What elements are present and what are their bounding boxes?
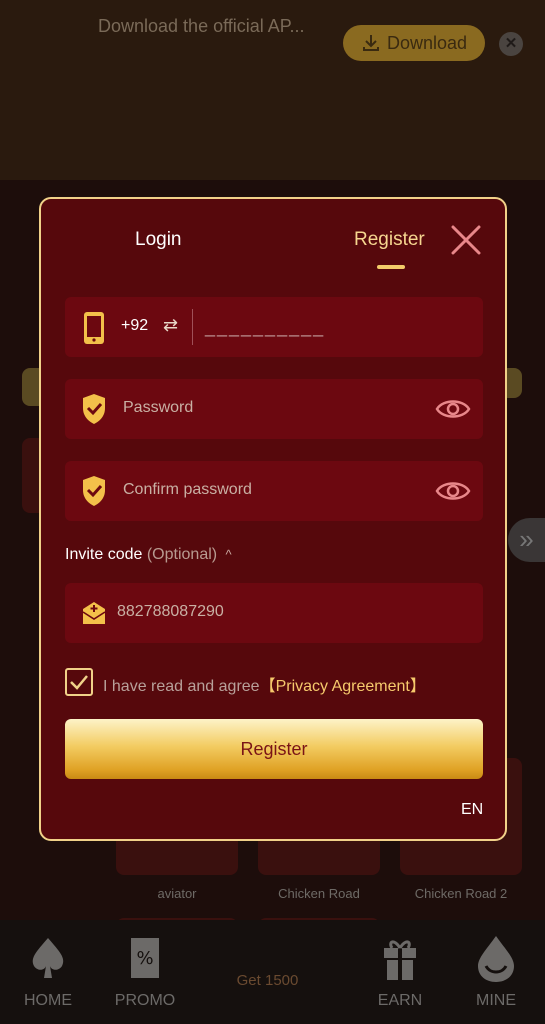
- agree-checkbox[interactable]: [65, 668, 93, 696]
- game-label: aviator: [157, 886, 197, 901]
- nav-earn-label: EARN: [377, 992, 423, 1009]
- close-icon[interactable]: [449, 223, 483, 257]
- nav-home-label: HOME: [24, 992, 72, 1009]
- confirm-password-field[interactable]: Confirm password: [65, 461, 483, 521]
- phone-icon: [84, 312, 104, 344]
- nav-mine[interactable]: MINE: [456, 930, 536, 1020]
- eye-icon[interactable]: [435, 394, 471, 424]
- user-icon: [478, 936, 514, 982]
- nav-promo-label: PROMO: [114, 992, 176, 1009]
- invite-code-input[interactable]: 882788087290: [117, 603, 224, 621]
- nav-home[interactable]: HOME: [8, 930, 88, 1020]
- agree-label: I have read and agree: [103, 678, 260, 695]
- tab-register[interactable]: Register: [354, 229, 425, 251]
- invite-code-field[interactable]: 882788087290: [65, 583, 483, 643]
- privacy-agreement-link[interactable]: 【Privacy Agreement】: [260, 678, 426, 695]
- password-input[interactable]: Password: [123, 399, 193, 417]
- phone-input[interactable]: __________: [205, 317, 325, 338]
- active-tab-indicator: [377, 265, 405, 269]
- nav-mine-label: MINE: [476, 992, 516, 1009]
- download-banner-text: Download the official AP...: [98, 16, 305, 36]
- register-button[interactable]: Register: [65, 719, 483, 779]
- svg-text:%: %: [136, 948, 153, 969]
- tab-login[interactable]: Login: [135, 229, 182, 251]
- invite-label: Invite code: [65, 546, 143, 563]
- coupon-icon: %: [131, 938, 159, 978]
- eye-icon[interactable]: [435, 476, 471, 506]
- invite-envelope-icon: [82, 602, 106, 624]
- chevron-up-icon[interactable]: ^: [226, 547, 232, 562]
- download-label: Download: [386, 32, 468, 53]
- nav-promo[interactable]: % PROMO: [105, 930, 185, 1020]
- app-screen: Download the official AP... Download ✕ a…: [0, 0, 545, 1024]
- download-icon: [362, 35, 379, 51]
- game-label: Chicken Road 2: [414, 886, 508, 901]
- banner-close-icon[interactable]: ✕: [499, 32, 523, 56]
- shield-check-icon: [83, 394, 105, 424]
- invite-optional: (Optional): [146, 546, 218, 563]
- field-divider: [192, 309, 193, 345]
- shield-check-icon: [83, 476, 105, 506]
- side-expand-handle[interactable]: »: [508, 518, 545, 562]
- language-switch[interactable]: EN: [461, 801, 483, 819]
- password-field[interactable]: Password: [65, 379, 483, 439]
- spade-icon: [32, 938, 64, 978]
- phone-field[interactable]: +92 ⇄ __________: [65, 297, 483, 357]
- game-label: Chicken Road: [278, 886, 360, 901]
- confirm-password-input[interactable]: Confirm password: [123, 481, 252, 499]
- invite-code-toggle[interactable]: Invite code (Optional) ^: [65, 546, 232, 564]
- country-code[interactable]: +92: [121, 317, 148, 335]
- swap-icon[interactable]: ⇄: [163, 315, 178, 336]
- nav-earn[interactable]: EARN: [360, 930, 440, 1020]
- register-modal: Login Register +92 ⇄ __________ Password: [39, 197, 507, 841]
- check-icon: [70, 675, 88, 690]
- promo-text: Get 1500: [236, 972, 299, 989]
- gift-icon: [384, 940, 416, 980]
- download-button[interactable]: Download: [343, 25, 485, 61]
- agree-text: I have read and agree【Privacy Agreement】: [103, 672, 426, 696]
